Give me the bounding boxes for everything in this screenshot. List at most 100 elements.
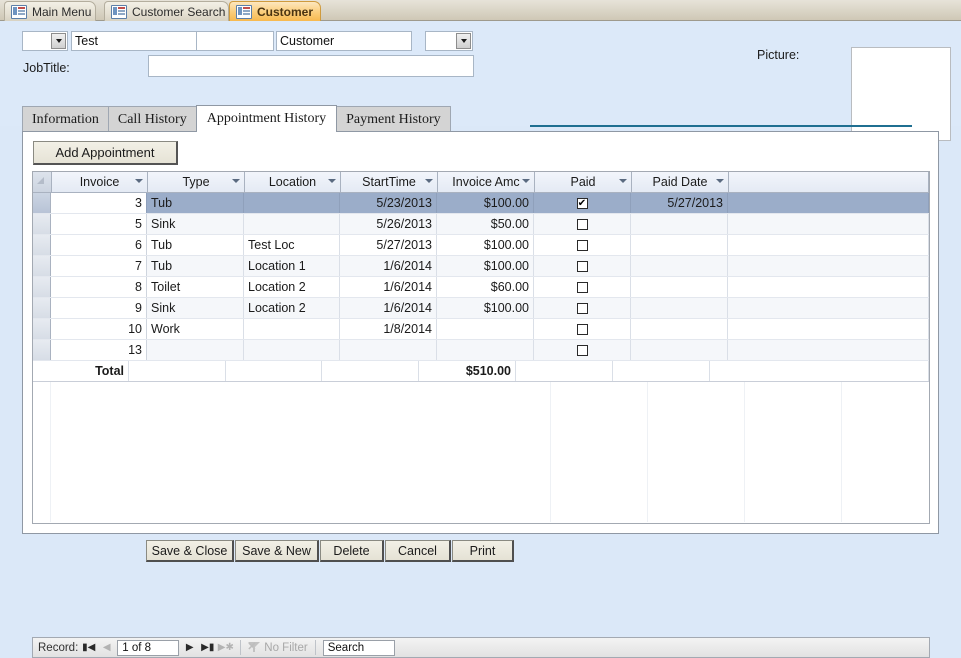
cell-paid-date[interactable] xyxy=(631,319,728,339)
table-row[interactable]: 8ToiletLocation 21/6/2014$60.00 xyxy=(33,277,929,298)
chevron-down-icon[interactable] xyxy=(619,179,627,183)
cell-invoice[interactable]: 13 xyxy=(51,340,147,360)
cell-paid-date[interactable] xyxy=(631,298,728,318)
cell-invoice-amc[interactable]: $100.00 xyxy=(437,235,534,255)
previous-record-button[interactable]: ◀ xyxy=(99,640,114,655)
column-header-paid-date[interactable]: Paid Date xyxy=(632,172,729,192)
table-row[interactable]: 10Work1/8/2014 xyxy=(33,319,929,340)
select-all-corner[interactable] xyxy=(33,172,52,192)
cell-paid-date[interactable] xyxy=(631,214,728,234)
cell-paid[interactable] xyxy=(534,319,631,339)
cell-invoice[interactable]: 5 xyxy=(51,214,147,234)
row-selector[interactable] xyxy=(33,340,51,360)
cell-type[interactable]: Toilet xyxy=(147,277,244,297)
cell-starttime[interactable]: 1/6/2014 xyxy=(340,277,437,297)
suffix-combo[interactable] xyxy=(425,31,473,51)
table-row[interactable]: 9SinkLocation 21/6/2014$100.00 xyxy=(33,298,929,319)
cell-paid-date[interactable] xyxy=(631,235,728,255)
chevron-down-icon[interactable] xyxy=(456,33,471,49)
row-selector[interactable] xyxy=(33,298,51,318)
cell-type[interactable]: Tub xyxy=(147,256,244,276)
cell-location[interactable] xyxy=(244,319,340,339)
cell-type[interactable] xyxy=(147,340,244,360)
save-new-button[interactable]: Save & New xyxy=(235,540,319,562)
cell-location[interactable]: Location 2 xyxy=(244,298,340,318)
paid-checkbox[interactable] xyxy=(577,282,588,293)
cell-location[interactable]: Test Loc xyxy=(244,235,340,255)
tab-call-history[interactable]: Call History xyxy=(108,106,197,132)
cell-invoice-amc[interactable]: $60.00 xyxy=(437,277,534,297)
cell-paid-date[interactable] xyxy=(631,256,728,276)
cell-starttime[interactable]: 5/23/2013 xyxy=(340,193,437,213)
first-record-button[interactable]: ▮◀ xyxy=(81,640,96,655)
chevron-down-icon[interactable] xyxy=(425,179,433,183)
chevron-down-icon[interactable] xyxy=(232,179,240,183)
paid-checkbox[interactable] xyxy=(577,324,588,335)
column-header-type[interactable]: Type xyxy=(148,172,245,192)
cell-type[interactable]: Tub xyxy=(147,193,244,213)
cell-location[interactable] xyxy=(244,340,340,360)
paid-checkbox[interactable] xyxy=(577,303,588,314)
row-selector[interactable] xyxy=(33,319,51,339)
table-row[interactable]: 6TubTest Loc5/27/2013$100.00 xyxy=(33,235,929,256)
first-name-field[interactable]: Test xyxy=(71,31,200,51)
cell-location[interactable] xyxy=(244,193,340,213)
record-position-input[interactable]: 1 of 8 xyxy=(117,640,179,656)
cell-paid[interactable] xyxy=(534,214,631,234)
next-record-button[interactable]: ▶ xyxy=(182,640,197,655)
cell-paid[interactable] xyxy=(534,256,631,276)
print-button[interactable]: Print xyxy=(452,540,514,562)
cell-invoice[interactable]: 3 xyxy=(51,193,147,213)
new-record-button[interactable]: ▶✱ xyxy=(218,640,233,655)
last-name-field[interactable]: Customer xyxy=(276,31,412,51)
document-tab-customer-search[interactable]: Customer Search xyxy=(104,1,229,21)
table-row[interactable]: 3Tub5/23/2013$100.00✔5/27/2013 xyxy=(33,193,929,214)
cell-location[interactable]: Location 1 xyxy=(244,256,340,276)
chevron-down-icon[interactable] xyxy=(135,179,143,183)
paid-checkbox[interactable]: ✔ xyxy=(577,198,588,209)
chevron-down-icon[interactable] xyxy=(522,179,530,183)
cell-paid[interactable] xyxy=(534,277,631,297)
column-header-paid[interactable]: Paid xyxy=(535,172,632,192)
cell-starttime[interactable]: 1/8/2014 xyxy=(340,319,437,339)
tab-appointment-history[interactable]: Appointment History xyxy=(196,105,337,132)
table-row[interactable]: 5Sink5/26/2013$50.00 xyxy=(33,214,929,235)
add-appointment-button[interactable]: Add Appointment xyxy=(33,141,178,165)
cell-type[interactable]: Tub xyxy=(147,235,244,255)
cell-type[interactable]: Work xyxy=(147,319,244,339)
chevron-down-icon[interactable] xyxy=(51,33,66,49)
cell-location[interactable] xyxy=(244,214,340,234)
cell-invoice-amc[interactable]: $100.00 xyxy=(437,298,534,318)
chevron-down-icon[interactable] xyxy=(716,179,724,183)
table-row[interactable]: 7TubLocation 11/6/2014$100.00 xyxy=(33,256,929,277)
cell-invoice-amc[interactable]: $100.00 xyxy=(437,256,534,276)
row-selector[interactable] xyxy=(33,277,51,297)
paid-checkbox[interactable] xyxy=(577,345,588,356)
jobtitle-field[interactable] xyxy=(148,55,474,77)
paid-checkbox[interactable] xyxy=(577,261,588,272)
paid-checkbox[interactable] xyxy=(577,219,588,230)
cell-invoice[interactable]: 7 xyxy=(51,256,147,276)
cell-paid-date[interactable] xyxy=(631,277,728,297)
cell-starttime[interactable]: 5/26/2013 xyxy=(340,214,437,234)
cell-invoice[interactable]: 8 xyxy=(51,277,147,297)
cell-starttime[interactable] xyxy=(340,340,437,360)
column-header-invoice-amc[interactable]: Invoice Amc xyxy=(438,172,535,192)
row-selector[interactable] xyxy=(33,256,51,276)
save-close-button[interactable]: Save & Close xyxy=(146,540,234,562)
last-record-button[interactable]: ▶▮ xyxy=(200,640,215,655)
column-header-starttime[interactable]: StartTime xyxy=(341,172,438,192)
title-combo[interactable] xyxy=(22,31,68,51)
column-header-location[interactable]: Location xyxy=(245,172,341,192)
cell-invoice[interactable]: 6 xyxy=(51,235,147,255)
document-tab-customer[interactable]: Customer xyxy=(229,1,321,21)
cell-invoice-amc[interactable] xyxy=(437,319,534,339)
cell-paid[interactable]: ✔ xyxy=(534,193,631,213)
delete-button[interactable]: Delete xyxy=(320,540,384,562)
tab-information[interactable]: Information xyxy=(22,106,109,132)
cancel-button[interactable]: Cancel xyxy=(385,540,451,562)
row-selector[interactable] xyxy=(33,214,51,234)
row-selector[interactable] xyxy=(33,193,51,213)
cell-invoice-amc[interactable]: $50.00 xyxy=(437,214,534,234)
cell-location[interactable]: Location 2 xyxy=(244,277,340,297)
